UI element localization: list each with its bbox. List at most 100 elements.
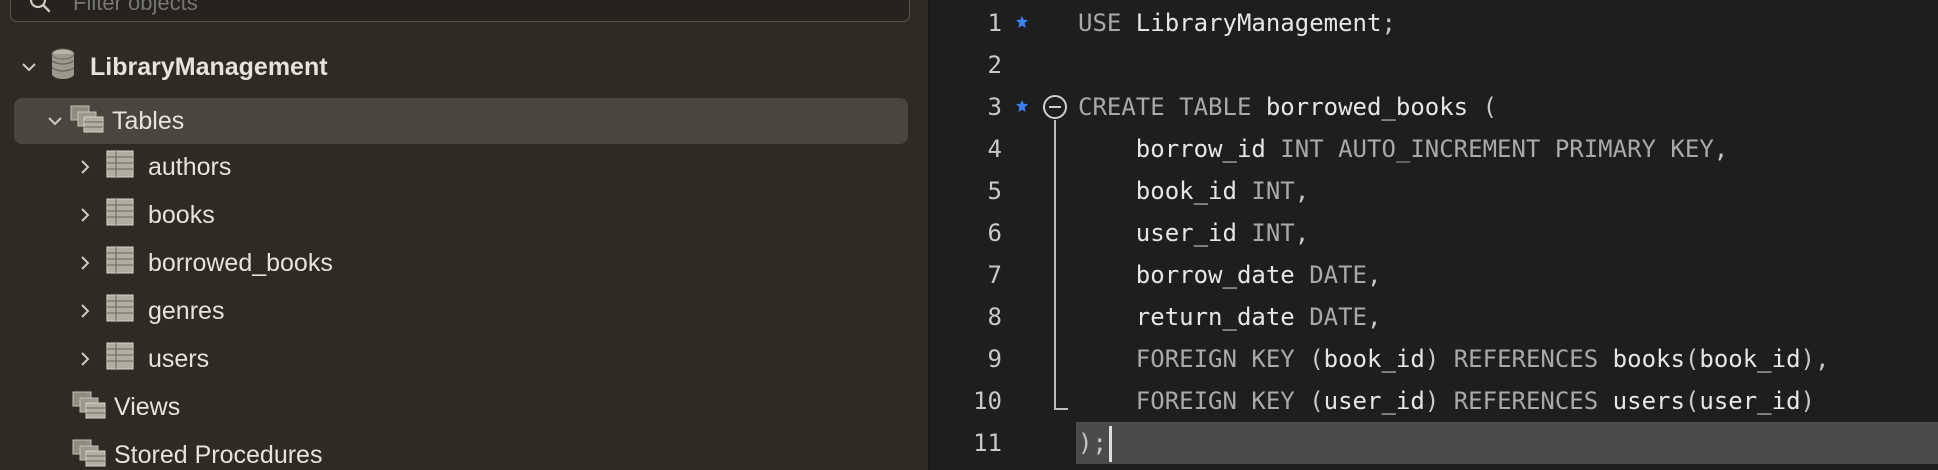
sql-identifier: user_id [1078, 219, 1237, 247]
sql-identifier: return_date [1078, 303, 1295, 331]
sql-editor[interactable]: 1 USE LibraryManagement; 2 3 CREATE TABLE bo… [930, 0, 1938, 470]
sql-keyword: CREATE TABLE [1078, 93, 1252, 121]
sql-identifier: borrow_id [1078, 135, 1266, 163]
code-text: return_date DATE, [1078, 296, 1382, 338]
tree-item-table-users[interactable]: users [74, 336, 209, 382]
code-text: FOREIGN KEY (book_id) REFERENCES books(b… [1078, 338, 1830, 380]
views-folder-icon [72, 389, 106, 426]
search-icon [29, 0, 51, 13]
sql-punctuation: ) [1800, 387, 1815, 415]
sql-identifier: borrow_date [1078, 261, 1295, 289]
code-text: FOREIGN KEY (user_id) REFERENCES users(u… [1078, 380, 1815, 422]
table-name: genres [148, 296, 225, 325]
chevron-right-icon[interactable] [74, 252, 96, 274]
code-text: borrow_date DATE, [1078, 254, 1382, 296]
statement-marker-icon [1016, 100, 1028, 112]
tree-item-views[interactable]: Views [72, 384, 180, 430]
procedures-folder-icon [72, 437, 106, 470]
sql-keyword: DATE [1294, 261, 1367, 289]
chevron-right-icon[interactable] [74, 156, 96, 178]
stored-procedures-label: Stored Procedures [114, 440, 323, 469]
code-line[interactable]: 9 FOREIGN KEY (book_id) REFERENCES books… [930, 338, 1938, 380]
fold-guide-end [1054, 408, 1068, 410]
code-text: ); [1078, 422, 1112, 464]
chevron-down-icon[interactable] [18, 56, 40, 78]
code-line[interactable]: 2 [930, 44, 1938, 86]
table-icon [106, 197, 134, 234]
sql-identifier: borrowed_books [1251, 93, 1469, 121]
filter-objects-input[interactable] [71, 0, 875, 15]
sql-punctuation: ; [1381, 9, 1396, 37]
code-line[interactable]: 8 return_date DATE, [930, 296, 1938, 338]
sql-keyword: USE [1078, 9, 1122, 37]
line-number: 10 [973, 387, 1002, 415]
filter-objects-field[interactable] [10, 0, 910, 22]
sql-punctuation: ); [1078, 429, 1107, 457]
schema-navigator: LibraryManagement Tables authors [0, 0, 928, 470]
sql-punctuation: ( [1684, 345, 1700, 373]
line-number: 5 [987, 177, 1002, 205]
sql-punctuation: ( [1468, 93, 1498, 121]
line-number: 3 [987, 93, 1002, 121]
code-text: USE LibraryManagement; [1078, 2, 1396, 44]
sql-punctuation: ) [1424, 345, 1440, 373]
tables-folder-icon [70, 103, 104, 140]
sql-punctuation: , [1294, 219, 1310, 247]
views-label: Views [114, 392, 181, 421]
table-icon [106, 341, 134, 378]
tree-item-table-authors[interactable]: authors [74, 144, 231, 190]
tree-item-table-borrowed-books[interactable]: borrowed_books [74, 240, 333, 286]
code-line[interactable]: 1 USE LibraryManagement; [930, 2, 1938, 44]
sql-keyword: INT AUTO_INCREMENT PRIMARY KEY [1265, 135, 1714, 163]
sql-identifier: LibraryManagement [1121, 9, 1382, 37]
sql-punctuation: ( [1294, 345, 1324, 373]
line-number: 11 [973, 429, 1002, 457]
code-text: user_id INT, [1078, 212, 1309, 254]
line-number: 2 [987, 51, 1002, 79]
sql-identifier: book_id [1078, 177, 1237, 205]
line-number: 1 [987, 9, 1002, 37]
code-line[interactable]: 10 FOREIGN KEY (user_id) REFERENCES user… [930, 380, 1938, 422]
table-icon [106, 149, 134, 186]
code-line[interactable]: 7 borrow_date DATE, [930, 254, 1938, 296]
chevron-down-icon[interactable] [44, 110, 66, 132]
sql-identifier: book_id [1699, 345, 1801, 373]
sql-punctuation: ), [1800, 345, 1830, 373]
line-number: 4 [987, 135, 1002, 163]
sql-punctuation: , [1367, 261, 1382, 289]
tree-item-tables[interactable]: Tables [14, 98, 908, 144]
code-line[interactable]: 3 CREATE TABLE borrowed_books ( [930, 86, 1938, 128]
sql-punctuation: , [1713, 135, 1729, 163]
sql-punctuation: ) [1424, 387, 1440, 415]
tree-item-stored-procedures[interactable]: Stored Procedures [72, 432, 322, 470]
sql-punctuation: , [1367, 303, 1382, 331]
line-number: 7 [987, 261, 1002, 289]
tree-item-database[interactable]: LibraryManagement [18, 44, 328, 90]
tree-item-table-books[interactable]: books [74, 192, 215, 238]
code-line[interactable]: 4 borrow_id INT AUTO_INCREMENT PRIMARY K… [930, 128, 1938, 170]
tree-item-table-genres[interactable]: genres [74, 288, 224, 334]
sql-identifier: user_id [1699, 387, 1801, 415]
fold-guide [1054, 120, 1056, 408]
table-icon [106, 245, 134, 282]
sql-keyword: FOREIGN KEY [1078, 387, 1295, 415]
sql-identifier: book_id [1323, 345, 1425, 373]
code-line[interactable]: 11); [930, 422, 1938, 464]
table-name: books [148, 200, 215, 229]
line-number: 6 [987, 219, 1002, 247]
code-text: borrow_id INT AUTO_INCREMENT PRIMARY KEY… [1078, 128, 1728, 170]
chevron-right-icon[interactable] [74, 348, 96, 370]
sql-keyword: REFERENCES [1439, 345, 1599, 373]
sql-identifier: users [1598, 387, 1685, 415]
fold-collapse-icon[interactable] [1042, 94, 1068, 120]
line-number: 8 [987, 303, 1002, 331]
code-line[interactable]: 6 user_id INT, [930, 212, 1938, 254]
text-caret [1108, 426, 1112, 462]
database-icon [48, 47, 78, 88]
chevron-right-icon[interactable] [74, 300, 96, 322]
code-line[interactable]: 5 book_id INT, [930, 170, 1938, 212]
chevron-right-icon[interactable] [74, 204, 96, 226]
code-text: book_id INT, [1078, 170, 1309, 212]
database-name: LibraryManagement [90, 52, 328, 81]
sql-keyword: FOREIGN KEY [1078, 345, 1295, 373]
